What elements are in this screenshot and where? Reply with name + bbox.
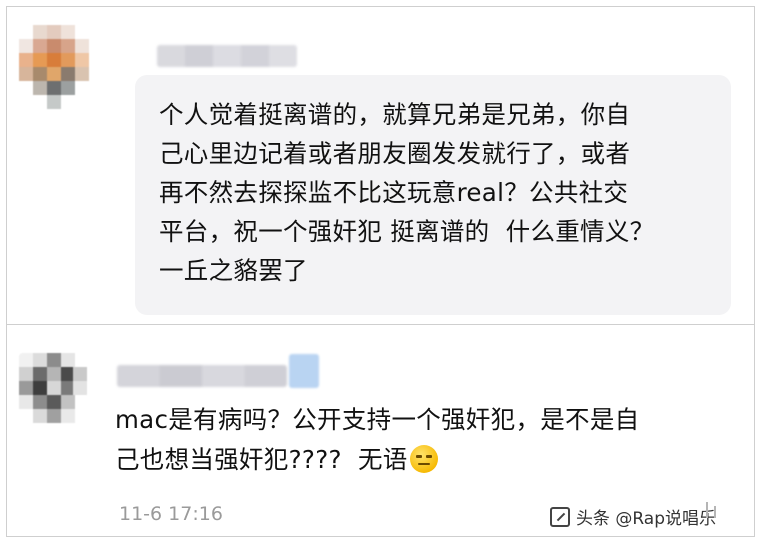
edit-icon — [549, 506, 570, 527]
watermark-label: 头条 @Rap说唱乐 — [575, 509, 716, 529]
timestamp: 11-6 17:16 — [119, 503, 223, 525]
comment-bubble: 个人觉着挺离谱的，就算兄弟是兄弟，你自 己心里边记着或者朋友圈发发就行了，或者 … — [135, 75, 731, 315]
reply-icon[interactable] — [702, 499, 722, 521]
comment-body: mac是有病吗？公开支持一个强奸犯，是不是自 己也想当强奸犯???? 无语 — [115, 405, 640, 474]
comment-text: mac是有病吗？公开支持一个强奸犯，是不是自 己也想当强奸犯???? 无语 — [115, 400, 745, 480]
comment-thread: 个人觉着挺离谱的，就算兄弟是兄弟，你自 己心里边记着或者朋友圈发发就行了，或者 … — [6, 6, 755, 537]
avatar[interactable] — [19, 25, 89, 109]
watermark: 头条 @Rap说唱乐 — [549, 504, 716, 529]
divider — [7, 324, 754, 325]
avatar[interactable] — [19, 353, 87, 433]
username-redacted[interactable] — [157, 45, 297, 67]
user-badge-icon — [289, 354, 319, 388]
expressionless-face-icon — [409, 445, 438, 473]
username-redacted[interactable] — [117, 365, 287, 387]
comment-text: 个人觉着挺离谱的，就算兄弟是兄弟，你自 己心里边记着或者朋友圈发发就行了，或者 … — [159, 100, 655, 285]
